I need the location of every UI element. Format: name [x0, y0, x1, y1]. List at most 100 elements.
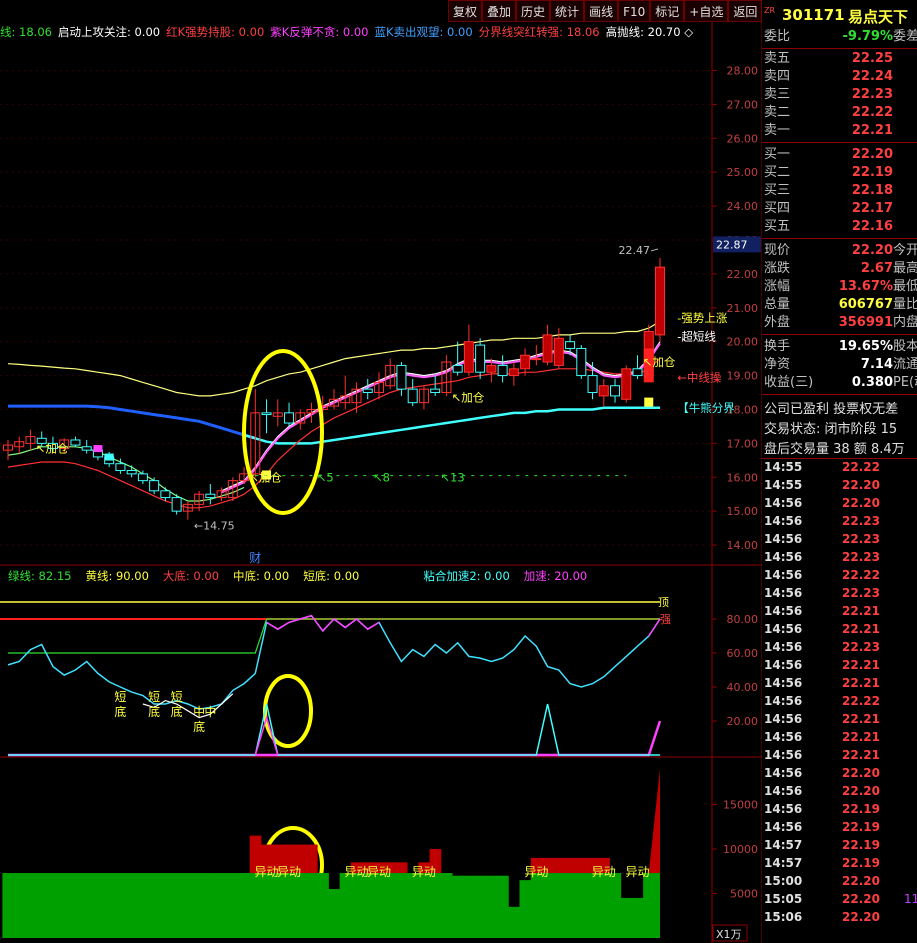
stat-row-4-value: 356991: [838, 315, 893, 330]
tick-time-3: 14:56: [764, 514, 803, 528]
s2-green-bar: [395, 873, 408, 938]
candle: [553, 337, 564, 366]
s1-line-spikes: [8, 703, 660, 756]
chart-area[interactable]: 28.0027.0026.0025.0024.0023.0022.0021.00…: [0, 0, 762, 943]
s2-green-bar: [171, 873, 183, 938]
y-tick-label: 19.00: [727, 370, 759, 383]
s1-bottom-label-3: 短: [171, 690, 183, 704]
s2-green-bar: [328, 889, 341, 938]
stat-row-0: 现价 22.20 今开: [764, 242, 917, 260]
s2-green-bar: [339, 873, 352, 938]
s2-green-bar: [564, 873, 577, 938]
high-label-arrow: [650, 248, 659, 252]
info-line-2: 盘后交易量 38 额 8.4万: [764, 442, 905, 457]
candle: [430, 388, 441, 394]
y-tick-label: 21.00: [727, 302, 759, 315]
candle: [452, 364, 463, 373]
s2-green-bar: [2, 873, 15, 938]
weibi-row-extra: 委差: [893, 29, 917, 44]
candle: [565, 341, 576, 349]
yellow-candle-2: [644, 397, 654, 407]
candle: [587, 375, 598, 394]
tick-time-23: 15:00: [764, 874, 803, 888]
s2-red-bar: [575, 857, 588, 874]
stat-row-3-extra: 量比: [893, 297, 917, 312]
stock-code: 301171: [782, 6, 845, 24]
tick-price-10: 22.23: [842, 640, 880, 654]
weibi-row-value: -9.79%: [842, 29, 894, 44]
panel-separator: [762, 394, 917, 395]
stat-row-4: 外盘 356991 内盘: [764, 314, 917, 332]
stat2-row-0-extra: 股本: [893, 339, 917, 354]
tick-time-12: 14:56: [764, 676, 803, 690]
s1-legend-3: 中底: 0.00: [233, 569, 289, 583]
candle: [598, 385, 609, 397]
stat2-row-0-label: 换手: [764, 339, 791, 354]
y-tick-label: 25.00: [727, 166, 759, 179]
s2-green-bar: [429, 873, 442, 938]
bid-row-3: 买四 22.17: [764, 200, 917, 218]
stat2-row-0-value: 19.65%: [838, 339, 893, 354]
tick-price-16: 22.21: [842, 748, 880, 762]
s1-tick-label: 60.00: [727, 647, 759, 660]
bid-row-0: 买一 22.20: [764, 146, 917, 164]
panel-separator: [762, 458, 917, 459]
tick-time-21: 14:57: [764, 838, 803, 852]
tick-time-17: 14:56: [764, 766, 803, 780]
annotation-9: ←中线操: [677, 370, 722, 384]
stat-row-3-value: 606767: [838, 297, 893, 312]
stat2-row-1-label: 净资: [764, 357, 791, 372]
stat2-row-2-extra: PE(动: [893, 375, 917, 390]
s1-right-label-top: 顶: [658, 596, 669, 609]
y-tick-label: 24.00: [727, 200, 759, 213]
tick-price-12: 22.21: [842, 676, 880, 690]
s2-green-bar: [182, 873, 194, 938]
bid-row-4-value: 22.16: [851, 219, 893, 234]
bid-row-2-label: 买三: [764, 183, 791, 198]
candle: [542, 334, 553, 363]
stat-row-4-extra: 内盘: [893, 315, 917, 330]
candle: [463, 341, 474, 373]
ask-row-3: 卖二 22.22: [764, 104, 917, 122]
s1-line-绿线: [8, 618, 660, 654]
s2-green-bar: [114, 873, 127, 938]
tick-price-6: 22.22: [842, 568, 880, 582]
panel-separator: [762, 334, 917, 335]
s2-green-bar: [238, 873, 251, 938]
s1-tick-label: 80.00: [727, 613, 759, 626]
candle: [475, 344, 486, 373]
y-tick-label: 27.00: [727, 98, 759, 111]
s1-right-label-strong: 强: [660, 613, 671, 626]
stock-name: 易点天下: [848, 8, 909, 26]
s1-bottom-label-6: 中: [193, 704, 205, 719]
candle: [655, 266, 665, 336]
s1-legend-2: 大底: 0.00: [163, 569, 219, 583]
stat-row-3: 总量 606767 量比: [764, 296, 917, 314]
tick-time-25: 15:06: [764, 910, 803, 924]
stat2-row-0: 换手 19.65% 股本: [764, 338, 917, 356]
annotation-3: ↖加仓: [643, 355, 676, 369]
ask-row-0-value: 22.25: [851, 51, 893, 66]
panel-separator: [762, 142, 917, 143]
weibi-row-label: 委比: [764, 29, 791, 44]
s2-green-bar: [305, 873, 318, 938]
tick-time-13: 14:56: [764, 694, 803, 708]
annotation-5: ↖8: [373, 470, 390, 484]
s2-green-bar: [440, 873, 453, 938]
s1-bottom-label-8: 底: [193, 719, 205, 734]
s2-green-bar: [24, 873, 37, 938]
tick-price-15: 22.21: [842, 730, 880, 744]
tick-price-0: 22.22: [842, 460, 880, 474]
weibi-row: 委比 -9.79% 委差: [764, 28, 917, 46]
tick-price-17: 22.20: [842, 766, 880, 780]
stat2-row-2-label: 收益(三): [764, 375, 814, 390]
candle: [632, 368, 643, 377]
s2-green-bar: [47, 873, 60, 938]
s2-green-bar: [553, 873, 565, 938]
s2-green-bar: [463, 875, 476, 938]
s1-line-cyan: [7, 614, 661, 710]
s2-green-bar: [294, 873, 307, 938]
tick-price-4: 22.23: [842, 532, 880, 546]
candle: [362, 388, 373, 394]
candle: [610, 385, 621, 397]
